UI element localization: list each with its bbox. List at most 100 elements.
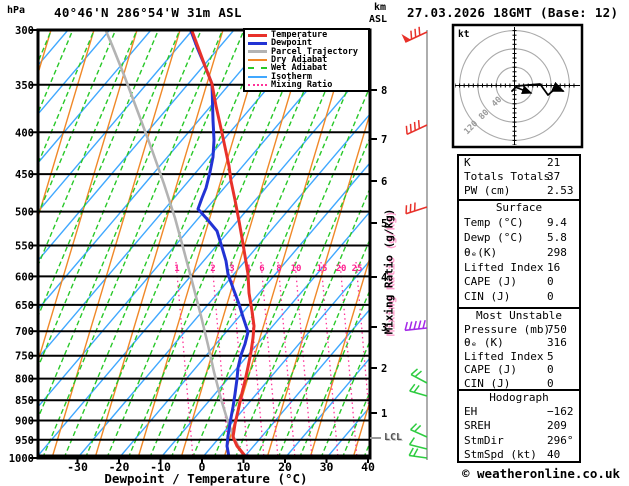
table-row: CAPE (J) 0 — [459, 363, 579, 377]
svg-text:3: 3 — [229, 264, 234, 274]
table-row: Lifted Index 16 — [459, 261, 579, 276]
indices-section-most-unstable: Most Unstable Pressure (mb) 750 θₑ (K) 316 Li… — [457, 307, 581, 391]
svg-text:450: 450 — [15, 169, 34, 181]
table-row: SREH 209 — [459, 419, 579, 433]
row-value: 16 — [547, 260, 561, 274]
row-value: 0 — [547, 275, 554, 289]
svg-text:600: 600 — [15, 271, 34, 283]
row-label: CAPE (J) — [464, 275, 517, 289]
legend-line-sample — [248, 75, 267, 78]
legend-line-sample — [248, 33, 267, 37]
row-label: Temp (°C) — [464, 215, 524, 229]
row-value: 0 — [547, 290, 554, 304]
table-row: CAPE (J) 0 — [459, 275, 579, 290]
svg-text:400: 400 — [15, 127, 34, 139]
svg-text:500: 500 — [15, 207, 34, 219]
svg-text:25: 25 — [352, 264, 363, 274]
table-row: θₑ(K) 298 — [459, 246, 579, 261]
row-label: Pressure (mb) — [464, 322, 551, 336]
legend-line-sample — [248, 83, 267, 86]
svg-text:800: 800 — [15, 374, 34, 386]
section-header: Most Unstable — [475, 309, 563, 322]
legend-line-sample — [248, 67, 267, 70]
row-label: Dewp (°C) — [464, 230, 524, 244]
row-value: 0 — [547, 363, 554, 377]
row-label: StmSpd (kt) — [464, 447, 537, 461]
svg-text:750: 750 — [15, 351, 34, 363]
wind-barb — [410, 368, 428, 384]
hodograph-unit-label: kt — [458, 29, 470, 40]
row-label: Totals Totals — [464, 170, 551, 184]
table-row: Temp (°C) 9.4 — [459, 216, 579, 231]
wind-barb — [405, 202, 428, 215]
svg-text:6: 6 — [259, 264, 264, 274]
svg-text:10: 10 — [291, 264, 302, 274]
indices-section-hodograph: Hodograph EH −162 SREH 209 StmDir 296° StmSpd (… — [457, 389, 581, 463]
row-value: 9.4 — [547, 215, 567, 229]
indices-section-surface: Surface Temp (°C) 9.4 Dewp (°C) 5.8 θₑ(K) 298 L… — [457, 199, 581, 309]
svg-text:350: 350 — [15, 80, 34, 92]
indices-section-main: K 21 Totals Totals 37 PW (cm) 2.53 — [457, 154, 581, 201]
row-value: 37 — [547, 170, 561, 184]
section-header: Hodograph — [489, 391, 549, 404]
svg-text:300: 300 — [15, 25, 34, 37]
svg-text:550: 550 — [15, 240, 34, 252]
copyright-footer: © weatheronline.co.uk — [461, 466, 621, 481]
row-value: 5 — [547, 349, 554, 363]
valid-datetime: 27.03.2026 18GMT (Base: 12) — [407, 5, 619, 20]
row-label: Lifted Index — [464, 349, 544, 363]
legend-box: Temperature Dewpoint Parcel Trajectory Dry … — [243, 28, 370, 92]
svg-text:1000: 1000 — [9, 453, 34, 465]
svg-text:650: 650 — [15, 300, 34, 312]
legend-item-label: Mixing Ratio — [271, 79, 333, 90]
row-value: 21 — [547, 156, 561, 169]
svg-text:2: 2 — [210, 264, 215, 274]
svg-text:-30: -30 — [67, 460, 88, 474]
table-row: StmSpd (kt) 40 — [459, 448, 579, 462]
wind-barb — [405, 120, 428, 136]
sounding-curves — [104, 30, 256, 458]
row-label: θₑ (K) — [464, 336, 504, 350]
wind-barb — [401, 26, 428, 43]
svg-text:8: 8 — [276, 264, 281, 274]
table-row: PW (cm) 2.53 — [459, 184, 579, 198]
pressure-unit-label: hPa — [7, 5, 26, 16]
row-label: Lifted Index — [464, 260, 544, 274]
pressure-axis: 300 350 400 450 500 550 600 650 700 750 800 850 900 9… — [9, 25, 38, 465]
row-value: 209 — [547, 419, 567, 433]
station-title: 40°46'N 286°54'W 31m ASL — [54, 5, 242, 20]
x-axis-title: Dewpoint / Temperature (°C) — [104, 471, 308, 486]
row-value: 298 — [547, 245, 567, 259]
wind-barb — [409, 383, 428, 397]
row-label: StmDir — [464, 433, 504, 447]
table-row: K 21 — [459, 156, 579, 170]
legend-line-sample — [248, 50, 267, 54]
row-label: CAPE (J) — [464, 363, 517, 377]
legend-item-mixing-ratio: Mixing Ratio — [245, 79, 368, 90]
svg-text:850: 850 — [15, 395, 34, 407]
legend-line-sample — [248, 41, 267, 45]
svg-text:2: 2 — [381, 363, 387, 375]
svg-text:20: 20 — [336, 264, 347, 274]
skewt-sounding-page: 1 2 3 4 6 8 10 15 20 25 300 350 400 450 500 550 600 650 70… — [0, 0, 629, 486]
row-label: K — [464, 156, 471, 169]
asl-axis-unit: ASL — [369, 14, 388, 25]
svg-text:8: 8 — [381, 85, 387, 97]
km-axis-unit: km — [374, 2, 387, 13]
hodograph: 4080120 — [451, 23, 584, 149]
table-row: StmDir 296° — [459, 434, 579, 448]
row-value: 316 — [547, 336, 567, 350]
lcl-label: LCL — [384, 432, 403, 443]
row-label: θₑ(K) — [464, 245, 498, 259]
svg-text:30: 30 — [320, 460, 334, 474]
svg-text:1: 1 — [381, 408, 387, 420]
table-row: Pressure (mb) 750 — [459, 323, 579, 337]
row-value: 296° — [547, 433, 574, 447]
row-value: 40 — [547, 447, 561, 461]
row-label: PW (cm) — [464, 184, 511, 198]
table-row: Dewp (°C) 5.8 — [459, 231, 579, 246]
table-row: θₑ (K) 316 — [459, 336, 579, 350]
table-row: Lifted Index 5 — [459, 350, 579, 364]
svg-text:900: 900 — [15, 416, 34, 428]
wind-barb-column — [401, 26, 428, 460]
